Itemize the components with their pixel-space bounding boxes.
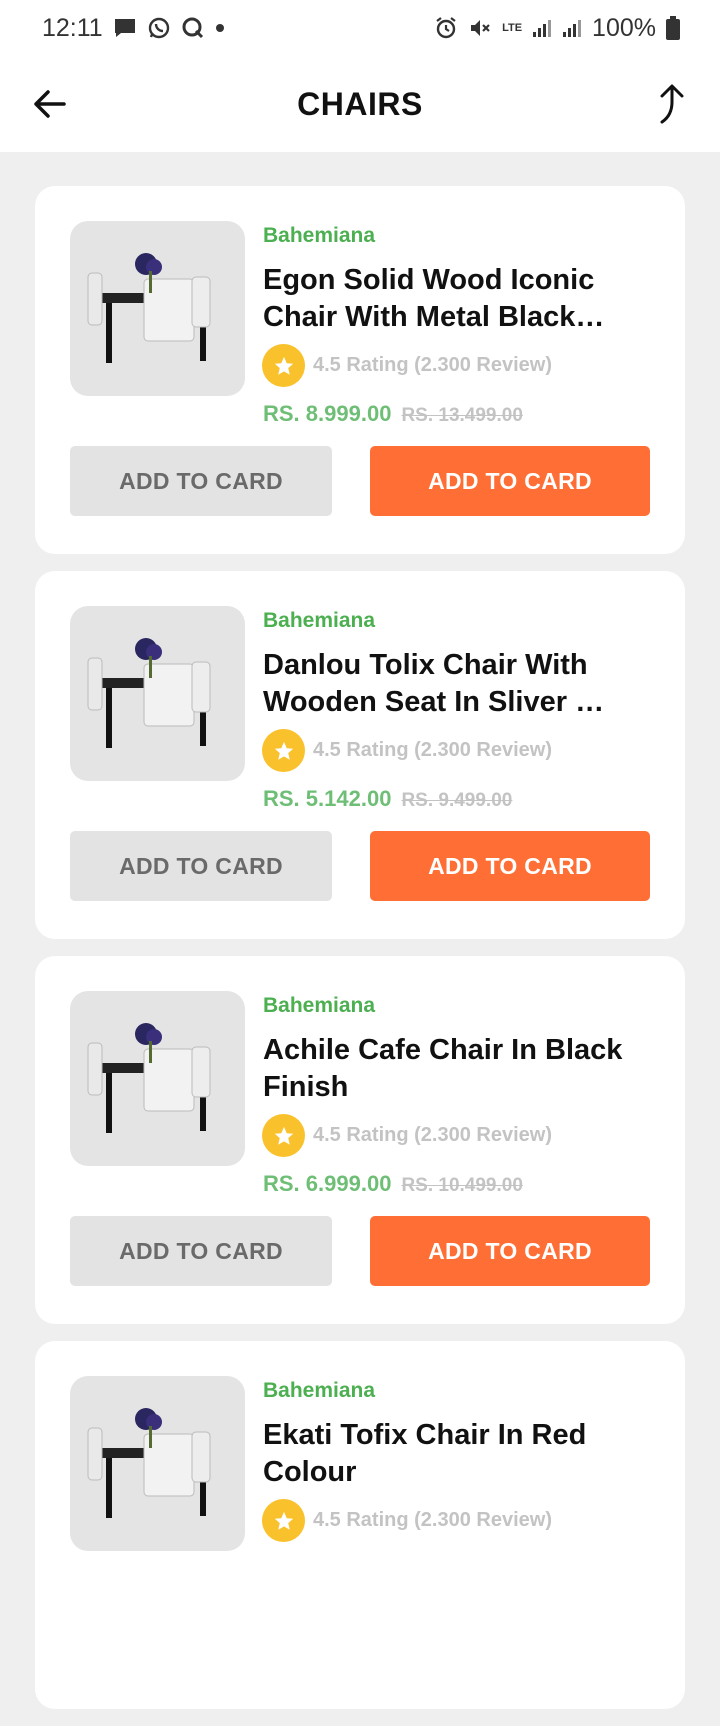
alarm-icon — [434, 16, 458, 40]
rating-text: 4.5 Rating (2.300 Review) — [313, 1509, 552, 1531]
whatsapp-icon — [147, 16, 171, 40]
network-type: LTE — [502, 22, 523, 34]
signal-icon-2 — [562, 18, 582, 38]
mute-icon — [468, 16, 492, 40]
brand-label: Bahemiana — [263, 1379, 376, 1402]
add-to-card-button-primary[interactable]: ADD TO CARD — [370, 831, 650, 901]
product-list: Bahemiana Egon Solid Wood Iconic Chair W… — [35, 186, 685, 1726]
status-time: 12:11 — [42, 13, 103, 42]
brand-label: Bahemiana — [263, 224, 376, 247]
star-icon — [262, 729, 305, 772]
current-price: RS. 8.999.00 — [263, 401, 392, 426]
product-name[interactable]: Egon Solid Wood Iconic Chair With Metal … — [263, 262, 653, 336]
battery-icon — [666, 16, 680, 40]
star-icon — [262, 344, 305, 387]
product-name[interactable]: Danlou Tolix Chair With Wooden Seat In S… — [263, 647, 653, 721]
rating-text: 4.5 Rating (2.300 Review) — [313, 1124, 552, 1146]
product-card[interactable]: Bahemiana Danlou Tolix Chair With Wooden… — [35, 571, 685, 939]
product-name[interactable]: Ekati Tofix Chair In Red Colour — [263, 1417, 653, 1491]
star-icon — [262, 1499, 305, 1542]
rating-row: 4.5 Rating (2.300 Review) — [262, 344, 552, 387]
old-price: RS. 10.499.00 — [401, 1175, 523, 1196]
battery-percent: 100% — [592, 13, 656, 42]
product-card[interactable]: Bahemiana Egon Solid Wood Iconic Chair W… — [35, 186, 685, 554]
add-to-card-button-secondary[interactable]: ADD TO CARD — [70, 1216, 332, 1286]
add-to-card-button-primary[interactable]: ADD TO CARD — [370, 446, 650, 516]
signal-icon — [532, 18, 552, 38]
product-image[interactable] — [70, 606, 245, 781]
back-arrow-icon[interactable] — [30, 84, 70, 124]
product-image[interactable] — [70, 1376, 245, 1551]
share-arrow-icon[interactable] — [654, 82, 694, 126]
old-price: RS. 9.499.00 — [401, 790, 513, 811]
rating-row: 4.5 Rating (2.300 Review) — [262, 729, 552, 772]
old-price: RS. 13.499.00 — [401, 405, 523, 426]
star-icon — [262, 1114, 305, 1157]
status-bar: 12:11 LTE 100% — [0, 0, 720, 56]
search-app-icon — [181, 16, 205, 40]
price-row: RS. 8.999.00 RS. 13.499.00 — [263, 401, 523, 427]
add-to-card-button-secondary[interactable]: ADD TO CARD — [70, 831, 332, 901]
rating-row: 4.5 Rating (2.300 Review) — [262, 1499, 552, 1542]
app-bar: CHAIRS — [0, 56, 720, 152]
product-card[interactable]: Bahemiana Ekati Tofix Chair In Red Colou… — [35, 1341, 685, 1709]
product-card[interactable]: Bahemiana Achile Cafe Chair In Black Fin… — [35, 956, 685, 1324]
current-price: RS. 6.999.00 — [263, 1171, 392, 1196]
add-to-card-button-primary[interactable]: ADD TO CARD — [370, 1216, 650, 1286]
message-icon — [113, 17, 137, 39]
rating-text: 4.5 Rating (2.300 Review) — [313, 739, 552, 761]
page-title: CHAIRS — [297, 85, 423, 122]
brand-label: Bahemiana — [263, 994, 376, 1017]
rating-row: 4.5 Rating (2.300 Review) — [262, 1114, 552, 1157]
product-name[interactable]: Achile Cafe Chair In Black Finish — [263, 1032, 653, 1106]
product-image[interactable] — [70, 991, 245, 1166]
price-row: RS. 5.142.00 RS. 9.499.00 — [263, 786, 512, 812]
notification-dot-icon — [215, 23, 225, 33]
add-to-card-button-secondary[interactable]: ADD TO CARD — [70, 446, 332, 516]
product-image[interactable] — [70, 221, 245, 396]
brand-label: Bahemiana — [263, 609, 376, 632]
current-price: RS. 5.142.00 — [263, 786, 392, 811]
rating-text: 4.5 Rating (2.300 Review) — [313, 354, 552, 376]
price-row: RS. 6.999.00 RS. 10.499.00 — [263, 1171, 523, 1197]
